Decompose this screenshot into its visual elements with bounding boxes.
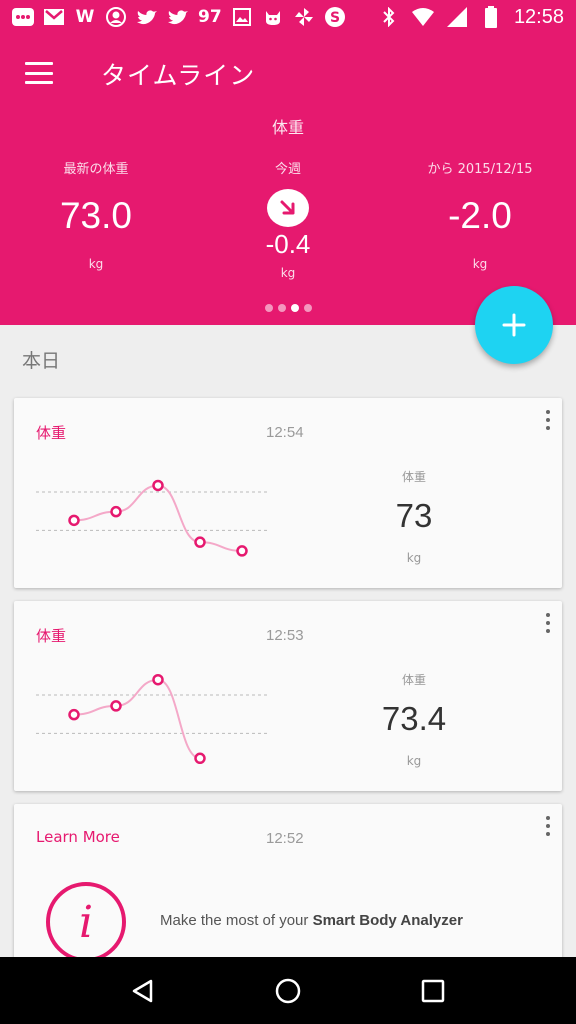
battery-icon (480, 6, 502, 28)
stat-unit: kg (280, 266, 296, 280)
recents-icon (422, 979, 445, 1002)
sparkline-point (68, 514, 80, 527)
stat-since-date: から 2015/12/15 -2.0 kg (384, 158, 576, 271)
info-icon: i (46, 882, 126, 962)
pinwheel-icon (293, 6, 315, 28)
stat-value: -0.4 (265, 229, 311, 259)
card-title[interactable]: Learn More (36, 828, 120, 846)
sparkline-point (110, 700, 122, 712)
bluetooth-icon (378, 6, 400, 28)
metric-unit: kg (406, 551, 422, 565)
metric-unit: kg (406, 754, 422, 768)
gmail-icon (43, 6, 65, 28)
pager-dot[interactable] (277, 304, 286, 312)
cat-icon (262, 6, 284, 28)
page-title: タイムライン (101, 61, 256, 90)
skype-icon: S (324, 6, 346, 28)
metric-label: 体重 (401, 673, 426, 687)
stat-label: から 2015/12/15 (427, 162, 533, 177)
home-icon (275, 978, 301, 1003)
pager-dot-active[interactable] (290, 304, 299, 312)
card-overflow-menu[interactable] (544, 613, 552, 633)
stat-unit: kg (472, 257, 488, 271)
menu-button[interactable] (22, 58, 56, 88)
signal-icon (446, 6, 468, 28)
stat-value: 73.0 (59, 195, 132, 236)
timeline-card[interactable]: 体重 12:54 体重 73 kg (14, 398, 562, 588)
card-title: 体重 (36, 627, 67, 645)
avatar-icon (105, 6, 127, 28)
sparkline-line (73, 484, 243, 552)
hamburger-icon (25, 62, 53, 65)
add-entry-button[interactable] (475, 286, 553, 364)
metric-label: 体重 (401, 470, 426, 484)
image-icon (231, 6, 253, 28)
card-time: 12:53 (266, 627, 304, 644)
wordpress-icon: W (75, 7, 95, 27)
stat-label: 今週 (274, 162, 301, 177)
stat-latest-weight: 最新の体重 73.0 kg (0, 158, 192, 271)
card-overflow-menu[interactable] (544, 410, 552, 430)
weight-sparkline (36, 479, 270, 557)
card-metric: 体重 73.4 kg (314, 671, 514, 768)
svg-text:S: S (330, 10, 340, 26)
twitter-icon (136, 6, 158, 28)
card-overflow-menu[interactable] (544, 816, 552, 836)
wifi-icon (411, 6, 434, 28)
sparkline-point (236, 545, 248, 557)
back-button[interactable] (123, 971, 163, 1011)
sparkline-point (152, 673, 164, 686)
sparkline-point (68, 708, 80, 721)
card-time: 12:52 (266, 830, 304, 847)
status-time: 12:58 (513, 5, 564, 28)
plus-icon (502, 313, 526, 337)
app-header: タイムライン 体重 最新の体重 73.0 kg 今週 -0.4 kg から 20… (0, 34, 576, 325)
day-label: 本日 (22, 350, 61, 372)
card-metric: 体重 73 kg (314, 468, 514, 565)
sparkline-point (194, 752, 206, 765)
weight-sparkline (36, 673, 270, 765)
stat-unit: kg (88, 257, 104, 271)
metric-value: 73.4 (381, 700, 447, 737)
pager-dot[interactable] (264, 304, 273, 312)
status-bar: W 97 S 12:58 (0, 0, 576, 34)
timeline-card[interactable]: 体重 12:53 体重 73.4 kg (14, 601, 562, 791)
stat-label: 最新の体重 (63, 162, 129, 177)
back-icon (132, 979, 152, 1002)
pager-dot[interactable] (303, 304, 312, 312)
section-title: 体重 (271, 118, 304, 137)
system-nav-bar (0, 957, 576, 1024)
stat-this-week: 今週 -0.4 kg (192, 158, 384, 280)
home-button[interactable] (268, 971, 308, 1011)
sparkline-point (110, 505, 122, 518)
notification-count: 97 (198, 7, 222, 27)
more-icon (12, 6, 34, 28)
sparkline-point (152, 479, 164, 492)
card-time: 12:54 (266, 424, 304, 441)
metric-value: 73 (395, 497, 433, 534)
sparkline-line (73, 678, 201, 760)
arrow-down-right-icon (267, 189, 309, 227)
recents-button[interactable] (413, 971, 453, 1011)
learn-more-text: Make the most of your Smart Body Analyze… (160, 912, 463, 929)
twitter-icon (167, 6, 189, 28)
sparkline-point (194, 536, 206, 548)
stat-value: -2.0 (448, 195, 512, 236)
card-title: 体重 (36, 424, 67, 442)
